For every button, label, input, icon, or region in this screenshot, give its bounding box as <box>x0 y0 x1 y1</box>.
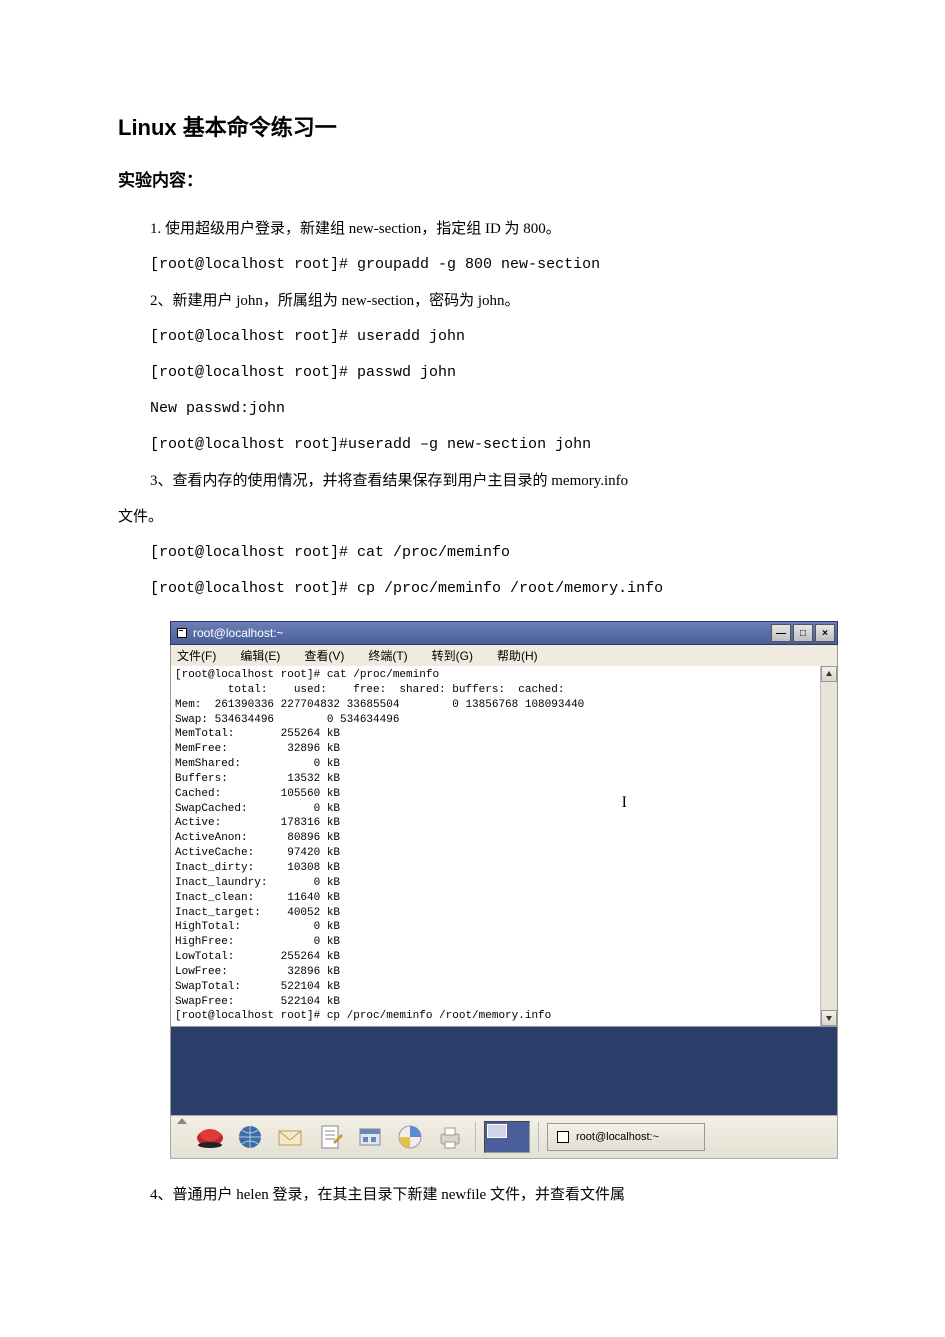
menu-go[interactable]: 转到(G) <box>432 647 473 664</box>
menu-view[interactable]: 查看(V) <box>304 647 344 664</box>
minimize-button[interactable]: — <box>771 624 791 642</box>
page-title: Linux 基本命令练习一 <box>118 110 827 142</box>
section-heading: 实验内容： <box>118 166 827 191</box>
terminal-output[interactable]: [root@localhost root]# cat /proc/meminfo… <box>171 666 820 1026</box>
redhat-menu-icon[interactable] <box>193 1120 227 1154</box>
close-button[interactable]: × <box>815 624 835 642</box>
cmd-useradd: [root@localhost root]# useradd john <box>118 319 827 355</box>
scroll-down-button[interactable] <box>821 1010 837 1026</box>
workspace-switcher[interactable] <box>484 1121 530 1153</box>
menu-edit[interactable]: 编辑(E) <box>240 647 280 664</box>
desktop-background <box>170 1027 838 1115</box>
panel-arrow-icon <box>177 1118 187 1124</box>
cmd-cat-meminfo: [root@localhost root]# cat /proc/meminfo <box>118 535 827 571</box>
menu-bar: 文件(F) 编辑(E) 查看(V) 终端(T) 转到(G) 帮助(H) <box>170 645 838 666</box>
taskbar-panel: root@localhost:~ <box>170 1115 838 1159</box>
terminal-task-icon <box>556 1130 570 1144</box>
system-settings-icon[interactable] <box>393 1120 427 1154</box>
text-cursor-icon: I <box>622 794 627 812</box>
vertical-scrollbar[interactable] <box>820 666 837 1026</box>
window-title: root@localhost:~ <box>193 626 769 640</box>
step-4-text: 4、普通用户 helen 登录，在其主目录下新建 newfile 文件，并查看文… <box>118 1177 827 1213</box>
document-page: Linux 基本命令练习一 实验内容： 1. 使用超级用户登录，新建组 new-… <box>0 0 945 1273</box>
taskbar-window-label: root@localhost:~ <box>576 1131 659 1143</box>
cmd-groupadd: [root@localhost root]# groupadd -g 800 n… <box>118 247 827 283</box>
terminal-body[interactable]: [root@localhost root]# cat /proc/meminfo… <box>170 666 838 1027</box>
menu-file[interactable]: 文件(F) <box>177 647 216 664</box>
panel-separator <box>475 1122 476 1152</box>
file-manager-icon[interactable] <box>353 1120 387 1154</box>
web-browser-icon[interactable] <box>233 1120 267 1154</box>
taskbar-window-button[interactable]: root@localhost:~ <box>547 1123 705 1151</box>
text-editor-icon[interactable] <box>313 1120 347 1154</box>
cmd-cp-meminfo: [root@localhost root]# cp /proc/meminfo … <box>118 571 827 607</box>
maximize-button[interactable]: □ <box>793 624 813 642</box>
scroll-up-button[interactable] <box>821 666 837 682</box>
menu-terminal[interactable]: 终端(T) <box>368 647 407 664</box>
menu-help[interactable]: 帮助(H) <box>497 647 538 664</box>
step-3-text: 3、查看内存的使用情况，并将查看结果保存到用户主目录的 memory.info <box>118 463 827 499</box>
step-3-text-cont: 文件。 <box>118 499 827 535</box>
cmd-newpasswd: New passwd:john <box>118 391 827 427</box>
terminal-screenshot: root@localhost:~ — □ × 文件(F) 编辑(E) 查看(V)… <box>170 621 838 1159</box>
email-icon[interactable] <box>273 1120 307 1154</box>
panel-separator-2 <box>538 1122 539 1152</box>
step-1-text: 1. 使用超级用户登录，新建组 new-section，指定组 ID 为 800… <box>118 211 827 247</box>
window-titlebar[interactable]: root@localhost:~ — □ × <box>170 621 838 645</box>
step-2-text: 2、新建用户 john，所属组为 new-section，密码为 john。 <box>118 283 827 319</box>
cmd-passwd: [root@localhost root]# passwd john <box>118 355 827 391</box>
printer-icon[interactable] <box>433 1120 467 1154</box>
window-app-icon <box>175 626 189 640</box>
cmd-useradd-g: [root@localhost root]#useradd –g new-sec… <box>118 427 827 463</box>
